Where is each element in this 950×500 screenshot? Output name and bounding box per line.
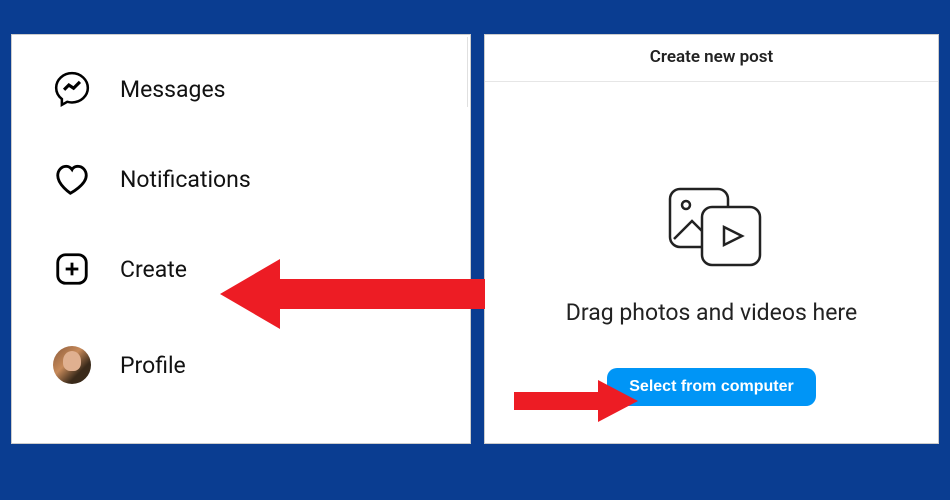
sidebar-item-messages[interactable]: Messages bbox=[12, 53, 470, 125]
select-from-computer-button[interactable]: Select from computer bbox=[607, 368, 815, 406]
sidebar-item-label: Create bbox=[120, 256, 187, 283]
media-upload-icon bbox=[652, 183, 772, 277]
messenger-icon bbox=[52, 69, 92, 109]
create-post-modal: Create new post Drag photos and videos h… bbox=[484, 34, 939, 444]
heart-icon bbox=[52, 159, 92, 199]
plus-square-icon bbox=[52, 249, 92, 289]
sidebar-item-label: Profile bbox=[120, 352, 186, 379]
modal-title: Create new post bbox=[485, 35, 938, 82]
drop-hint-text: Drag photos and videos here bbox=[566, 299, 857, 326]
divider bbox=[467, 37, 468, 107]
sidebar-item-create[interactable]: Create bbox=[12, 233, 470, 305]
avatar bbox=[52, 345, 92, 385]
modal-body: Drag photos and videos here Select from … bbox=[485, 82, 938, 446]
sidebar-panel: Messages Notifications Create Profile bbox=[11, 34, 471, 444]
sidebar-item-profile[interactable]: Profile bbox=[12, 329, 470, 401]
sidebar-item-label: Messages bbox=[120, 76, 226, 103]
sidebar-item-notifications[interactable]: Notifications bbox=[12, 143, 470, 215]
sidebar-item-label: Notifications bbox=[120, 166, 251, 193]
